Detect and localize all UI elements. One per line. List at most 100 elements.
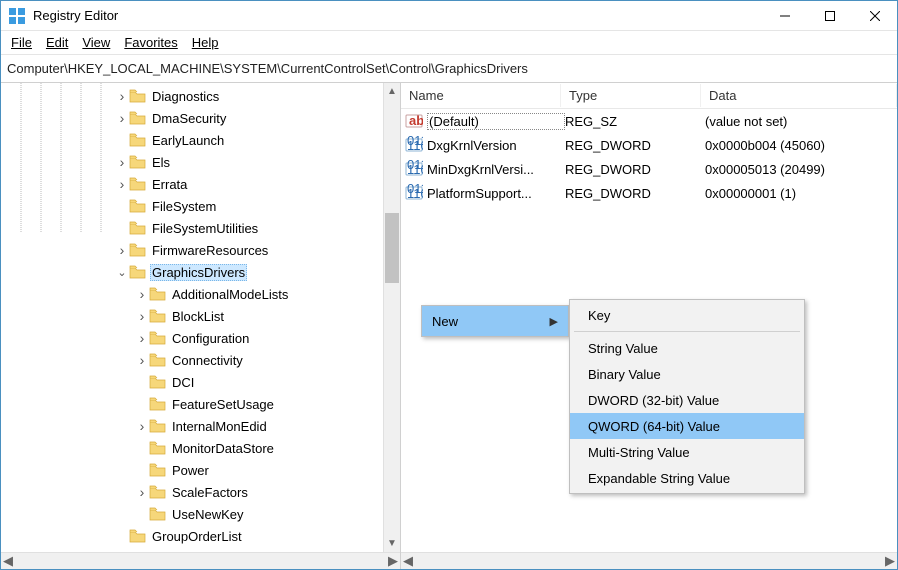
expand-icon[interactable]: ›: [135, 330, 149, 346]
context-item-dword[interactable]: DWORD (32-bit) Value: [570, 387, 804, 413]
scroll-down-icon[interactable]: ▼: [384, 535, 400, 552]
tree-item[interactable]: Power: [1, 459, 400, 481]
column-data[interactable]: Data: [701, 84, 897, 107]
value-row[interactable]: 011110PlatformSupport...REG_DWORD0x00000…: [401, 181, 897, 205]
value-row[interactable]: ab(Default)REG_SZ(value not set): [401, 109, 897, 133]
scroll-right-icon[interactable]: ▶: [388, 553, 398, 569]
folder-icon: [149, 507, 166, 521]
address-bar[interactable]: Computer\HKEY_LOCAL_MACHINE\SYSTEM\Curre…: [1, 55, 897, 83]
expand-icon[interactable]: ›: [115, 88, 129, 104]
context-item-string[interactable]: String Value: [570, 335, 804, 361]
menu-help[interactable]: Help: [186, 33, 225, 52]
tree-item[interactable]: ›Connectivity: [1, 349, 400, 371]
context-item-expstring[interactable]: Expandable String Value: [570, 465, 804, 491]
tree-item[interactable]: › FirmwareResources: [1, 239, 400, 261]
menu-favorites[interactable]: Favorites: [118, 33, 183, 52]
expand-icon[interactable]: ›: [115, 110, 129, 126]
values-horizontal-scrollbar[interactable]: ◀ ▶: [401, 552, 897, 569]
expand-icon[interactable]: ›: [115, 176, 129, 192]
value-name: DxgKrnlVersion: [427, 138, 565, 153]
folder-icon: [129, 221, 146, 235]
value-type: REG_DWORD: [565, 162, 705, 177]
value-data: (value not set): [705, 114, 893, 129]
context-item-new-label: New: [432, 314, 458, 329]
value-type: REG_DWORD: [565, 186, 705, 201]
column-type[interactable]: Type: [561, 84, 701, 107]
tree-item-label: FileSystemUtilities: [150, 220, 260, 237]
tree-item[interactable]: ›DmaSecurity: [1, 107, 400, 129]
menu-file[interactable]: File: [5, 33, 38, 52]
scroll-thumb[interactable]: [385, 213, 399, 283]
folder-icon: [149, 375, 166, 389]
tree-pane: ›Diagnostics›DmaSecurityEarlyLaunch›Els›…: [1, 83, 401, 569]
scroll-up-icon[interactable]: ▲: [384, 83, 400, 100]
tree-item[interactable]: DCI: [1, 371, 400, 393]
tree-item-label: GraphicsDrivers: [150, 264, 247, 281]
dword-value-icon: 011110: [405, 160, 423, 178]
scroll-left-icon[interactable]: ◀: [403, 553, 413, 569]
tree-item[interactable]: GroupOrderList: [1, 525, 400, 547]
value-type: REG_SZ: [565, 114, 705, 129]
value-row[interactable]: 011110DxgKrnlVersionREG_DWORD0x0000b004 …: [401, 133, 897, 157]
menubar: File Edit View Favorites Help: [1, 31, 897, 55]
close-button[interactable]: [852, 1, 897, 31]
value-name: PlatformSupport...: [427, 186, 565, 201]
menu-edit[interactable]: Edit: [40, 33, 74, 52]
tree-item[interactable]: MonitorDataStore: [1, 437, 400, 459]
tree-item[interactable]: ›Configuration: [1, 327, 400, 349]
context-item-key[interactable]: Key: [570, 302, 804, 328]
tree[interactable]: ›Diagnostics›DmaSecurityEarlyLaunch›Els›…: [1, 83, 400, 549]
collapse-icon[interactable]: ⌄: [115, 266, 129, 279]
expand-icon[interactable]: ›: [135, 308, 149, 324]
tree-item[interactable]: ›AdditionalModeLists: [1, 283, 400, 305]
value-row[interactable]: 011110MinDxgKrnlVersi...REG_DWORD0x00005…: [401, 157, 897, 181]
scroll-right-icon[interactable]: ▶: [885, 553, 895, 569]
menu-view[interactable]: View: [76, 33, 116, 52]
tree-item[interactable]: › Diagnostics: [1, 85, 400, 107]
column-name[interactable]: Name: [401, 84, 561, 107]
tree-item[interactable]: › Els: [1, 151, 400, 173]
expand-icon[interactable]: ›: [135, 484, 149, 500]
tree-item[interactable]: ›BlockList: [1, 305, 400, 327]
expand-icon[interactable]: ›: [135, 352, 149, 368]
address-text: Computer\HKEY_LOCAL_MACHINE\SYSTEM\Curre…: [7, 61, 528, 76]
context-item-qword[interactable]: QWORD (64-bit) Value: [570, 413, 804, 439]
svg-text:ab: ab: [409, 113, 423, 128]
folder-icon: [149, 419, 166, 433]
context-menu-new-submenu: Key String Value Binary Value DWORD (32-…: [569, 299, 805, 494]
tree-item-label: FirmwareResources: [150, 242, 270, 259]
tree-item[interactable]: › ScaleFactors: [1, 481, 400, 503]
scroll-left-icon[interactable]: ◀: [3, 553, 13, 569]
tree-item[interactable]: › Errata: [1, 173, 400, 195]
tree-vertical-scrollbar[interactable]: ▲ ▼: [383, 83, 400, 552]
tree-item[interactable]: EarlyLaunch: [1, 129, 400, 151]
tree-item[interactable]: FeatureSetUsage: [1, 393, 400, 415]
folder-icon: [129, 199, 146, 213]
tree-item[interactable]: ⌄ GraphicsDrivers: [1, 261, 400, 283]
tree-horizontal-scrollbar[interactable]: ◀ ▶: [1, 552, 400, 569]
tree-item-label: Diagnostics: [150, 88, 221, 105]
context-item-multistring[interactable]: Multi-String Value: [570, 439, 804, 465]
expand-icon[interactable]: ›: [115, 242, 129, 258]
maximize-button[interactable]: [807, 1, 852, 31]
tree-item[interactable]: ›InternalMonEdid: [1, 415, 400, 437]
tree-item-label: Els: [150, 154, 172, 171]
tree-item-label: Errata: [150, 176, 189, 193]
folder-icon: [129, 155, 146, 169]
tree-item[interactable]: FileSystemUtilities: [1, 217, 400, 239]
expand-icon[interactable]: ›: [115, 154, 129, 170]
expand-icon[interactable]: ›: [135, 286, 149, 302]
tree-item-label: Power: [170, 462, 211, 479]
expand-icon[interactable]: ›: [135, 418, 149, 434]
minimize-button[interactable]: [762, 1, 807, 31]
value-data: 0x00005013 (20499): [705, 162, 893, 177]
tree-item[interactable]: FileSystem: [1, 195, 400, 217]
tree-item-label: ScaleFactors: [170, 484, 250, 501]
folder-icon: [149, 353, 166, 367]
context-item-binary[interactable]: Binary Value: [570, 361, 804, 387]
tree-item[interactable]: UseNewKey: [1, 503, 400, 525]
tree-item-label: DCI: [170, 374, 196, 391]
folder-icon: [129, 529, 146, 543]
context-item-new[interactable]: New ▶: [422, 306, 568, 336]
values-body[interactable]: ab(Default)REG_SZ(value not set)011110Dx…: [401, 109, 897, 552]
